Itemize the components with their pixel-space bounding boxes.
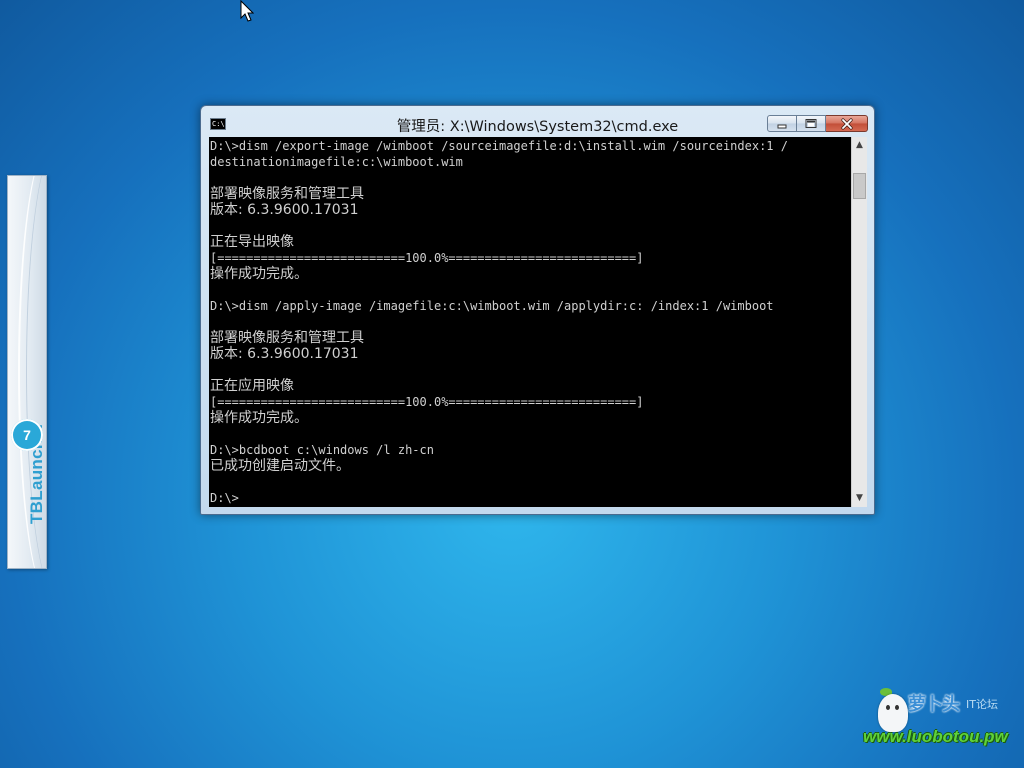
watermark-brand: 萝卜头 (908, 694, 960, 715)
console-line: 正在导出映像 (210, 234, 294, 250)
scroll-down-icon[interactable]: ▼ (852, 490, 867, 507)
maximize-button[interactable] (797, 115, 826, 132)
mouse-pointer-icon (240, 0, 254, 22)
console-line: 操作成功完成。 (210, 410, 308, 426)
console-line: 版本: 6.3.9600.17031 (210, 202, 359, 218)
minimize-icon (777, 124, 787, 128)
close-button[interactable] (826, 115, 868, 132)
console-line: 部署映像服务和管理工具 (210, 330, 364, 346)
watermark-suffix: IT论坛 (966, 698, 998, 711)
console-line: D:\>dism /export-image /wimboot /sourcei… (210, 139, 788, 153)
minimize-button[interactable] (767, 115, 797, 132)
console-line: D:\>bcdboot c:\windows /l zh-cn (210, 443, 434, 457)
console-line: 正在应用映像 (210, 378, 294, 394)
vertical-scrollbar[interactable]: ▲ ▼ (851, 137, 867, 507)
close-icon (840, 117, 853, 130)
tblauncher-logo-icon[interactable]: 7 (11, 419, 43, 451)
console-line: 版本: 6.3.9600.17031 (210, 346, 359, 362)
console-line: 部署映像服务和管理工具 (210, 186, 364, 202)
console-line: 已成功创建启动文件。 (210, 458, 350, 474)
console-line: D:\>dism /apply-image /imagefile:c:\wimb… (210, 299, 774, 313)
console-line: 操作成功完成。 (210, 266, 308, 282)
console-line: [==========================100.0%=======… (210, 395, 644, 409)
scroll-thumb[interactable] (853, 173, 866, 199)
console-line: [==========================100.0%=======… (210, 251, 644, 265)
scroll-up-icon[interactable]: ▲ (852, 137, 867, 154)
window-titlebar[interactable]: C:\ 管理员: X:\Windows\System32\cmd.exe (201, 106, 874, 137)
console-output[interactable]: D:\>dism /export-image /wimboot /sourcei… (209, 137, 851, 507)
tblauncher-bar[interactable]: TBLauncher 7 (7, 175, 47, 569)
maximize-icon (805, 119, 817, 128)
console-line: destinationimagefile:c:\wimboot.wim (210, 155, 463, 169)
cmd-window[interactable]: C:\ 管理员: X:\Windows\System32\cmd.exe D:\… (200, 105, 875, 515)
console-line: D:\> (210, 491, 239, 505)
watermark-url: www.luobotou.pw (863, 727, 1008, 746)
console-lines: D:\>dism /export-image /wimboot /sourcei… (210, 138, 788, 506)
luobotou-watermark: 萝卜头 IT论坛 www.luobotou.pw (860, 686, 1020, 752)
